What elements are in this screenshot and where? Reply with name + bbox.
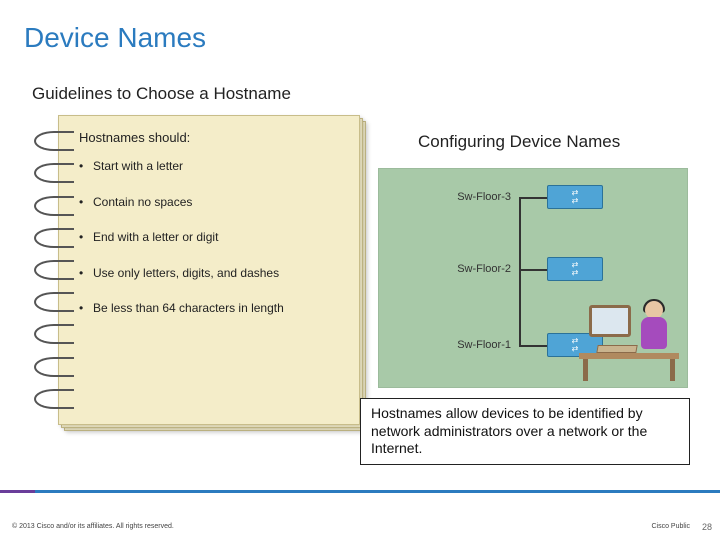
hostname-rule: Be less than 64 characters in length [79, 301, 345, 317]
hostname-rule: End with a letter or digit [79, 230, 345, 246]
hostname-rule: Contain no spaces [79, 195, 345, 211]
footer-divider [0, 490, 720, 493]
notepad-heading: Hostnames should: [79, 130, 345, 145]
switch-label: Sw-Floor-3 [439, 191, 511, 203]
hostname-rule: Start with a letter [79, 159, 345, 175]
switch-label: Sw-Floor-2 [439, 263, 511, 275]
copyright: © 2013 Cisco and/or its affiliates. All … [12, 523, 174, 530]
diagram-title: Configuring Device Names [418, 132, 620, 152]
footer-classification: Cisco Public [651, 523, 690, 530]
switch-icon: ⇄⇄ [547, 257, 603, 281]
workstation-icon [579, 297, 679, 381]
hostname-rule: Use only letters, digits, and dashes [79, 266, 345, 282]
network-diagram: Sw-Floor-3 ⇄⇄ Sw-Floor-2 ⇄⇄ Sw-Floor-1 ⇄… [378, 168, 688, 388]
switch-label: Sw-Floor-1 [439, 339, 511, 351]
spiral-binding-icon [30, 125, 74, 415]
switch-icon: ⇄⇄ [547, 185, 603, 209]
callout-box: Hostnames allow devices to be identified… [360, 398, 690, 465]
page-number: 28 [702, 522, 712, 532]
page-title: Device Names [24, 22, 206, 54]
subtitle: Guidelines to Choose a Hostname [32, 84, 291, 104]
notepad: Hostnames should: Start with a letter Co… [30, 115, 360, 425]
